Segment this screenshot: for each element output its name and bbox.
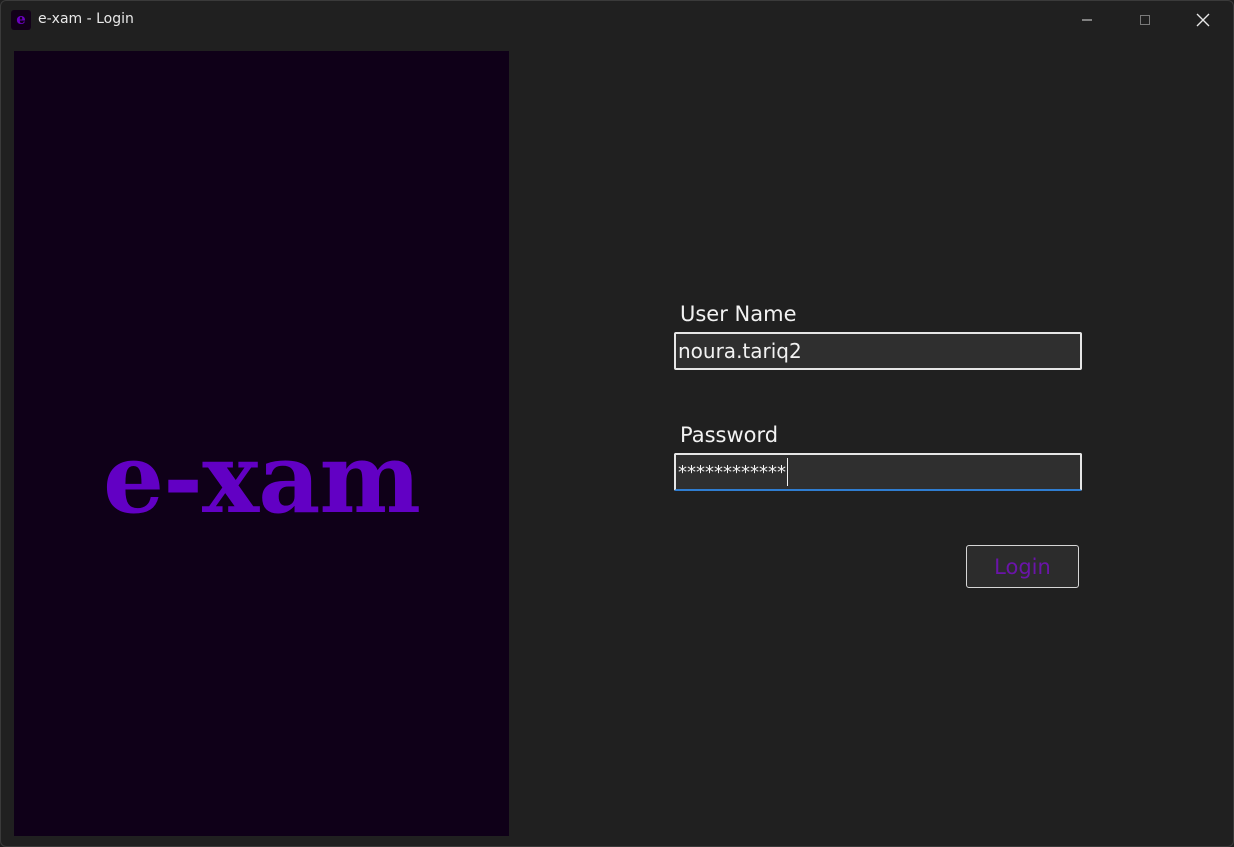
maximize-button[interactable]: [1116, 1, 1174, 39]
title-bar[interactable]: e e-xam - Login: [1, 1, 1233, 39]
exam-logo: e-xam: [103, 422, 421, 535]
password-label: Password: [680, 423, 779, 447]
username-label: User Name: [680, 302, 797, 326]
window-title: e-xam - Login: [38, 11, 134, 27]
login-button[interactable]: Login: [966, 545, 1079, 588]
username-value: noura.tariq2: [678, 339, 802, 363]
minimize-button[interactable]: [1058, 1, 1116, 39]
logo-panel: e-xam: [14, 51, 509, 836]
login-window: e e-xam - Login e-xam User Name noura.ta…: [0, 0, 1234, 847]
text-caret: [787, 458, 788, 486]
username-input[interactable]: noura.tariq2: [674, 332, 1082, 370]
password-value: ************: [678, 461, 786, 483]
close-icon: [1196, 13, 1210, 27]
minimize-icon: [1082, 19, 1092, 21]
app-logo-icon: e: [11, 10, 31, 30]
close-button[interactable]: [1174, 1, 1232, 39]
app-icon-glyph: e: [16, 9, 26, 28]
password-input[interactable]: ************: [674, 453, 1082, 491]
maximize-icon: [1140, 15, 1150, 25]
